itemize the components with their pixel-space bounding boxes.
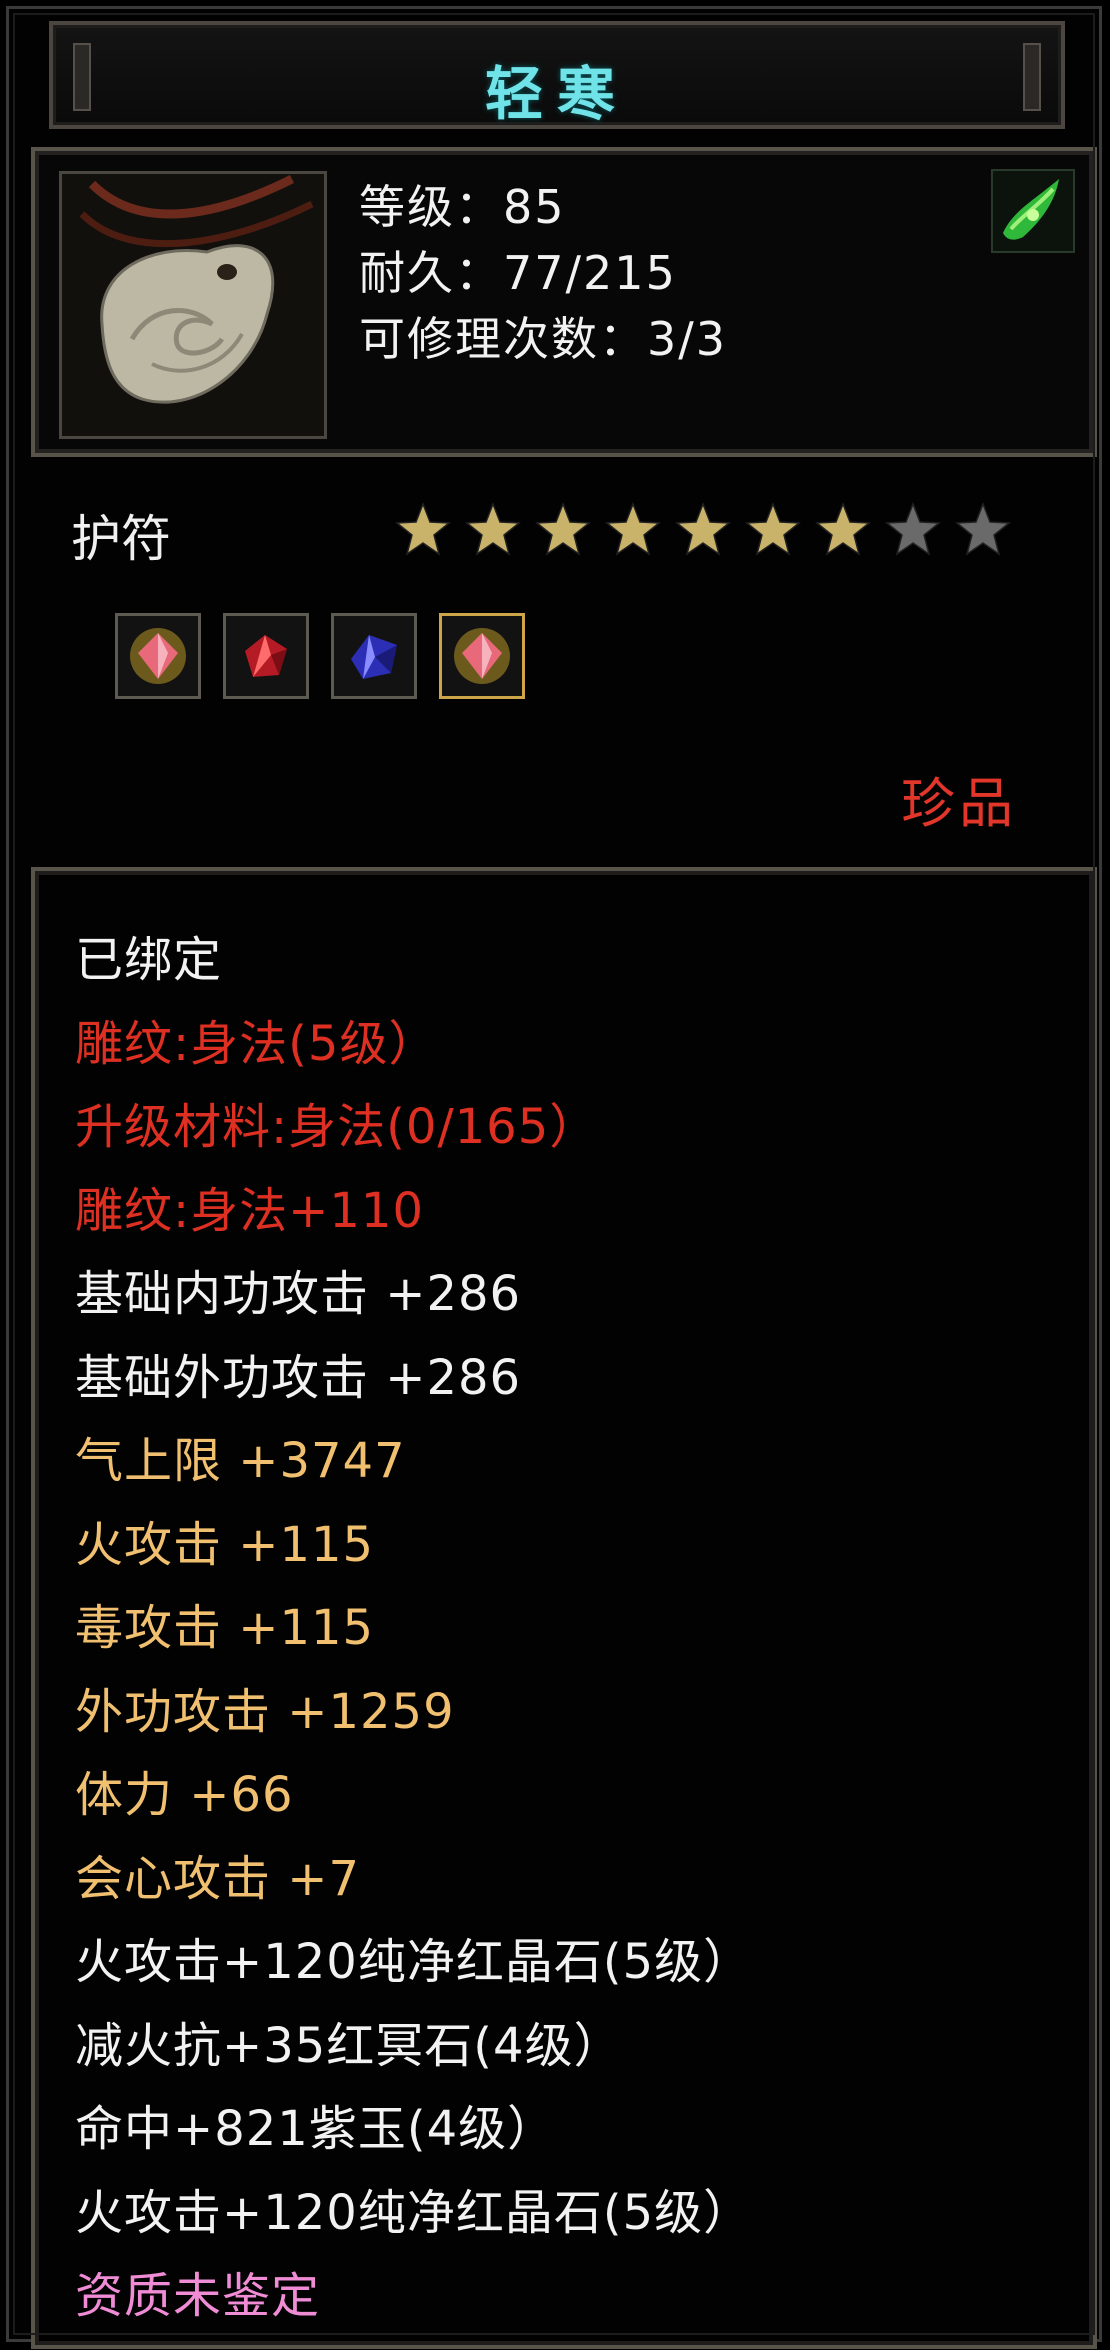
title-bar: 轻寒 xyxy=(49,21,1065,129)
poison-attack-line: 毒攻击 +115 xyxy=(75,1600,375,1656)
engrave-line: 雕纹:身法(5级） xyxy=(75,1015,438,1072)
gem-bonus-line-4: 火攻击+120纯净红晶石(5级） xyxy=(75,2184,753,2241)
attribute-panel: 已绑定 雕纹:身法(5级） 升级材料:身法(0/165） 雕纹:身法+110 基… xyxy=(31,867,1097,2349)
durability-line: 耐久：77/215 xyxy=(359,246,677,300)
gem-bonus-line-1: 火攻击+120纯净红晶石(5级） xyxy=(75,1934,753,1990)
star-filled-icon xyxy=(394,501,452,556)
star-filled-icon xyxy=(534,501,592,556)
pink-crystal-icon[interactable] xyxy=(439,613,525,699)
upgrade-material-line: 升级材料:身法(0/165） xyxy=(75,1099,599,1155)
engrave-bonus-line: 雕纹:身法+110 xyxy=(75,1182,425,1239)
level-line: 等级：85 xyxy=(359,180,566,234)
green-cloth-icon xyxy=(991,169,1075,253)
amulet-icon xyxy=(59,171,327,439)
star-filled-icon xyxy=(814,501,872,556)
star-empty-icon xyxy=(884,501,942,556)
stamina-line: 体力 +66 xyxy=(75,1767,294,1823)
star-empty-icon xyxy=(954,501,1012,556)
gem-bonus-line-2: 减火抗+35红冥石(4级） xyxy=(75,2017,623,2074)
critical-attack-line: 会心攻击 +7 xyxy=(75,1850,361,1907)
star-filled-icon xyxy=(744,501,802,556)
base-inner-attack-line: 基础内功攻击 +286 xyxy=(75,1266,522,1322)
item-header-panel: 等级：85 耐久：77/215 可修理次数：3/3 xyxy=(31,147,1097,457)
attribute-list: 已绑定 雕纹:身法(5级） 升级材料:身法(0/165） 雕纹:身法+110 基… xyxy=(75,919,752,2339)
gem-bonus-line-3: 命中+821紫玉(4级） xyxy=(75,2101,557,2157)
base-outer-attack-line: 基础外功攻击 +286 xyxy=(75,1349,522,1406)
outer-attack-line: 外功攻击 +1259 xyxy=(75,1683,455,1740)
quality-label: 珍品 xyxy=(901,772,1017,835)
repair-count-line: 可修理次数：3/3 xyxy=(359,312,728,366)
gem-sockets xyxy=(115,613,525,699)
blue-crystal-icon[interactable] xyxy=(331,613,417,699)
pink-crystal-icon[interactable] xyxy=(115,613,201,699)
bound-status: 已绑定 xyxy=(75,932,223,988)
star-filled-icon xyxy=(674,501,732,556)
item-tooltip: 轻寒 等级：85 耐久：77/215 可修理次数：3/3 护符 珍品 已绑定 雕… xyxy=(6,6,1102,2349)
item-type: 护符 xyxy=(71,510,171,568)
aptitude-line: 资质未鉴定 xyxy=(75,2268,321,2324)
star-rating xyxy=(394,501,1012,559)
star-filled-icon xyxy=(464,501,522,556)
red-crystal-icon[interactable] xyxy=(223,613,309,699)
star-filled-icon xyxy=(604,501,662,556)
item-name: 轻寒 xyxy=(484,60,629,128)
fire-attack-line: 火攻击 +115 xyxy=(75,1516,375,1573)
qi-cap-line: 气上限 +3747 xyxy=(75,1433,406,1489)
